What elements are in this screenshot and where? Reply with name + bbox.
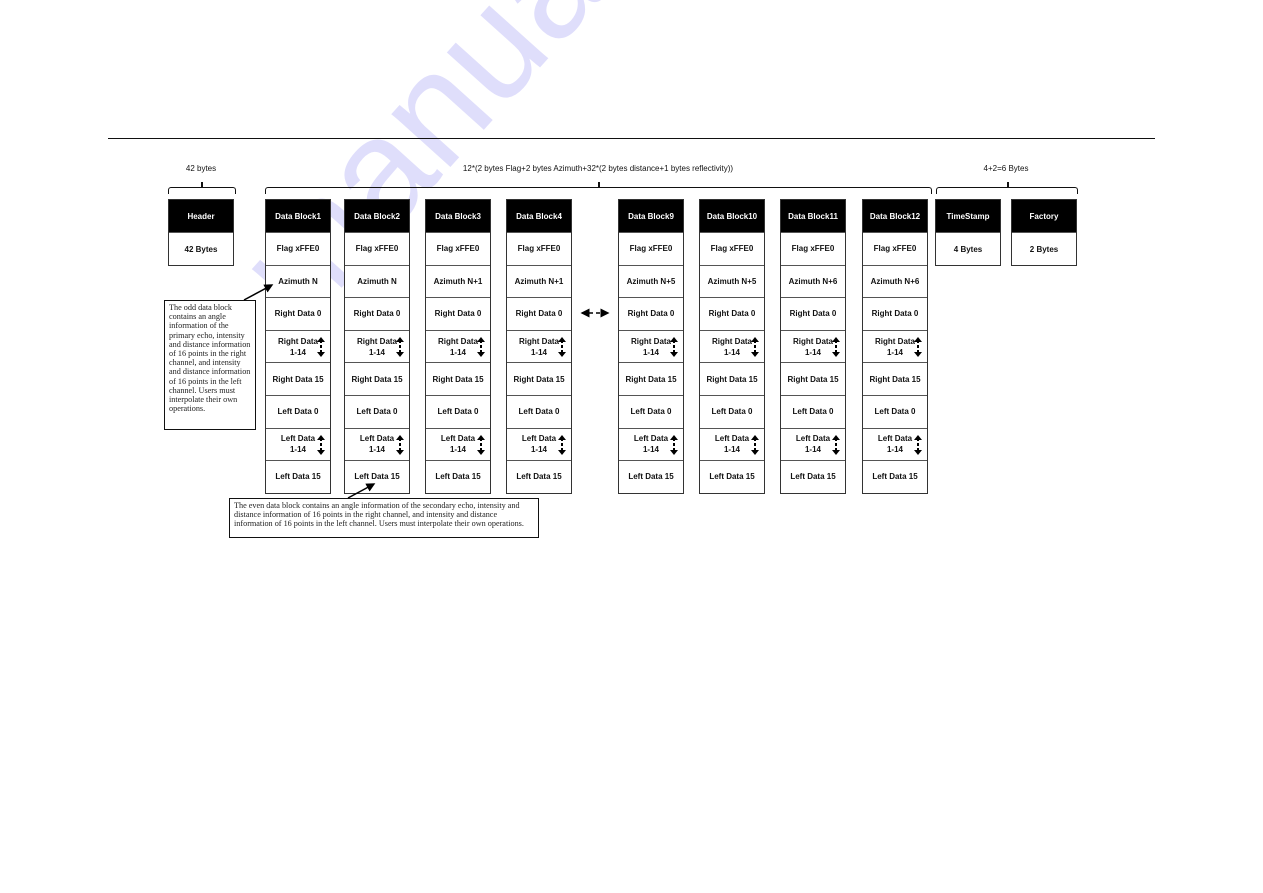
arrows-overlay: [243, 284, 610, 499]
even-note-pointer-arrow: [347, 483, 376, 499]
odd-note-pointer-arrow: [243, 284, 274, 301]
